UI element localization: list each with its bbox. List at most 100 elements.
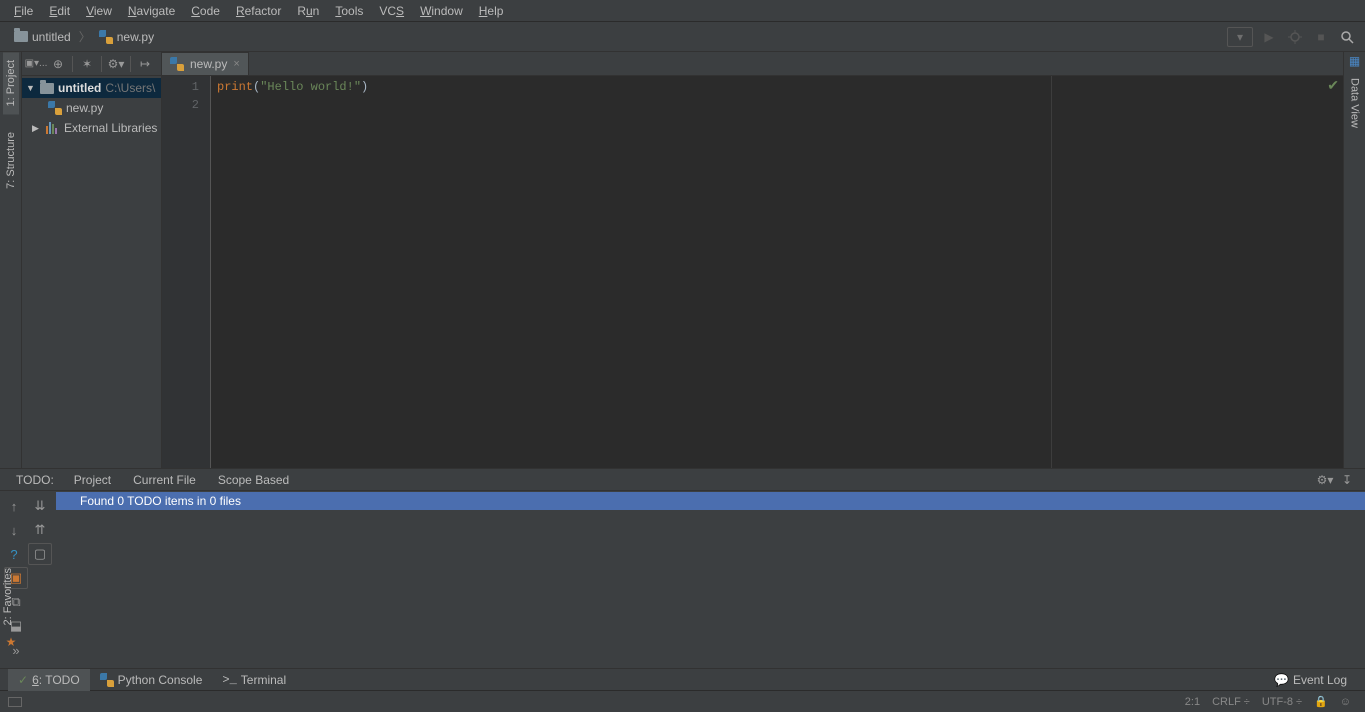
breadcrumb-separator: 〉 <box>79 28 91 45</box>
folder-icon <box>14 31 28 42</box>
data-view-tool-tab[interactable]: Data View <box>1347 70 1363 136</box>
expand-all-icon[interactable]: ⇊ <box>28 495 52 517</box>
tree-root[interactable]: ▼ untitled C:\Users\ <box>22 78 161 98</box>
favorites-tool-tab[interactable]: 2: Favorites <box>0 560 16 633</box>
breadcrumb-file[interactable]: new.py <box>93 28 160 46</box>
toolbar-separator <box>101 56 102 72</box>
project-toolbar: ▣▾... ⊕ ✶ ⚙▾ ↦ <box>22 52 161 76</box>
editor-body[interactable]: 1 2 print("Hello world!") ✔ <box>162 76 1343 468</box>
star-icon: ★ <box>0 635 22 649</box>
bottom-tab-python-console[interactable]: Python Console <box>90 669 213 691</box>
stop-button[interactable]: ■ <box>1311 27 1331 47</box>
tree-file[interactable]: new.py <box>22 98 161 118</box>
folder-icon <box>40 83 54 94</box>
close-tab-icon[interactable]: × <box>233 58 239 70</box>
hide-tool-icon[interactable]: ↦ <box>135 54 155 74</box>
todo-tabbar: TODO: Project Current File Scope Based ⚙… <box>0 469 1365 491</box>
project-tree: ▼ untitled C:\Users\ new.py ▶ External L… <box>22 76 161 140</box>
menu-bar: File Edit View Navigate Code Refactor Ru… <box>0 0 1365 22</box>
breadcrumb-project-label: untitled <box>32 30 71 44</box>
todo-message[interactable]: Found 0 TODO items in 0 files <box>56 492 1365 510</box>
structure-tool-tab[interactable]: 7: Structure <box>3 124 19 197</box>
todo-content: Found 0 TODO items in 0 files <box>56 491 1365 668</box>
python-file-icon <box>170 57 184 71</box>
prev-todo-icon[interactable]: ↑ <box>2 495 26 517</box>
todo-icon: ✓ <box>18 673 28 687</box>
toolbar-separator <box>130 56 131 72</box>
bottom-tab-terminal[interactable]: >_ Terminal <box>212 669 296 691</box>
run-button[interactable]: ▶ <box>1259 27 1279 47</box>
editor-tab-label: new.py <box>190 57 227 71</box>
expand-icon[interactable]: ▶ <box>32 123 42 134</box>
search-everywhere-button[interactable] <box>1337 27 1357 47</box>
menu-file[interactable]: File <box>6 2 41 20</box>
next-todo-icon[interactable]: ↓ <box>2 519 26 541</box>
scroll-from-source-icon[interactable]: ⊕ <box>48 54 68 74</box>
tree-root-path: C:\Users\ <box>105 81 155 95</box>
collapse-all-icon[interactable]: ✶ <box>77 54 97 74</box>
right-tool-gutter: ▦ Data View <box>1343 52 1365 468</box>
settings-dropdown-icon[interactable]: ⚙▾ <box>106 54 126 74</box>
data-view-icon[interactable]: ▦ <box>1349 52 1360 70</box>
code-area[interactable]: print("Hello world!") ✔ <box>211 76 1343 468</box>
menu-navigate[interactable]: Navigate <box>120 2 183 20</box>
tree-file-name: new.py <box>66 101 103 115</box>
editor-area: new.py × 1 2 print("Hello world!") ✔ <box>162 52 1343 468</box>
tree-external-label: External Libraries <box>64 121 157 135</box>
event-log-icon: 💬 <box>1274 673 1289 687</box>
debug-button[interactable] <box>1285 27 1305 47</box>
editor-tab[interactable]: new.py × <box>162 52 249 75</box>
autoscroll-icon[interactable]: ▢ <box>28 543 52 565</box>
bottom-tab-terminal-label: Terminal <box>241 673 286 687</box>
tree-root-name: untitled <box>58 81 101 95</box>
bottom-tab-event-log[interactable]: 💬 Event Log <box>1264 669 1357 691</box>
breadcrumb-project[interactable]: untitled <box>8 28 77 46</box>
project-sidebar: ▣▾... ⊕ ✶ ⚙▾ ↦ ▼ untitled C:\Users\ new.… <box>22 52 162 468</box>
run-config-dropdown[interactable]: ▾ <box>1227 27 1253 47</box>
project-view-dropdown[interactable]: ▣▾... <box>26 54 46 74</box>
inspection-ok-icon[interactable]: ✔ <box>1327 78 1339 96</box>
python-file-icon <box>48 101 62 115</box>
menu-edit[interactable]: Edit <box>41 2 78 20</box>
main-body: 1: Project 7: Structure ▣▾... ⊕ ✶ ⚙▾ ↦ ▼… <box>0 52 1365 468</box>
navigation-bar: untitled 〉 new.py ▾ ▶ ■ <box>0 22 1365 52</box>
line-number: 2 <box>162 96 199 114</box>
line-number: 1 <box>162 78 199 96</box>
breadcrumb-file-label: new.py <box>117 30 154 44</box>
tree-external-libs[interactable]: ▶ External Libraries <box>22 118 161 138</box>
bottom-tab-todo[interactable]: ✓ 6: TODO <box>8 669 90 691</box>
menu-refactor[interactable]: Refactor <box>228 2 289 20</box>
menu-code[interactable]: Code <box>183 2 228 20</box>
project-tool-tab[interactable]: 1: Project <box>3 52 19 114</box>
todo-hide-icon[interactable]: ↧ <box>1337 470 1357 490</box>
python-icon <box>100 673 114 687</box>
bottom-tab-console-label: Python Console <box>118 673 203 687</box>
collapse-all-icon[interactable]: ⇈ <box>28 519 52 541</box>
python-file-icon <box>99 30 113 44</box>
line-number-gutter: 1 2 <box>162 76 210 468</box>
menu-run[interactable]: Run <box>289 2 327 20</box>
collapse-icon[interactable]: ▼ <box>26 83 36 93</box>
menu-help[interactable]: Help <box>471 2 512 20</box>
menu-view[interactable]: View <box>78 2 120 20</box>
todo-tab-project[interactable]: Project <box>64 471 121 489</box>
code-line: print("Hello world!") <box>217 78 1337 96</box>
todo-body: ↑⇊ ↓⇈ ?▢ ▣ ⧉ ⬓ » Found 0 TODO items in 0… <box>0 491 1365 668</box>
bottom-toolbar: ✓ 6: TODO Python Console >_ Terminal 💬 E… <box>0 668 1365 690</box>
todo-panel: TODO: Project Current File Scope Based ⚙… <box>0 468 1365 668</box>
libraries-icon <box>46 122 60 134</box>
left-tool-gutter: 1: Project 7: Structure <box>0 52 22 468</box>
todo-tab-current-file[interactable]: Current File <box>123 471 206 489</box>
todo-label: TODO: <box>8 471 62 489</box>
menu-vcs[interactable]: VCS <box>371 2 412 20</box>
status-bar: 2:1 CRLF÷ UTF-8÷ 🔒 ☺ <box>0 690 1365 712</box>
favorites-gutter: 2: Favorites ★ <box>0 560 22 649</box>
menu-window[interactable]: Window <box>412 2 471 20</box>
terminal-icon: >_ <box>222 673 236 687</box>
menu-tools[interactable]: Tools <box>327 2 371 20</box>
bottom-tab-eventlog-label: Event Log <box>1293 673 1347 687</box>
todo-tab-scope[interactable]: Scope Based <box>208 471 299 489</box>
editor-tabstrip: new.py × <box>162 52 1343 76</box>
right-margin-ruler <box>1051 76 1052 468</box>
todo-settings-icon[interactable]: ⚙▾ <box>1315 470 1335 490</box>
